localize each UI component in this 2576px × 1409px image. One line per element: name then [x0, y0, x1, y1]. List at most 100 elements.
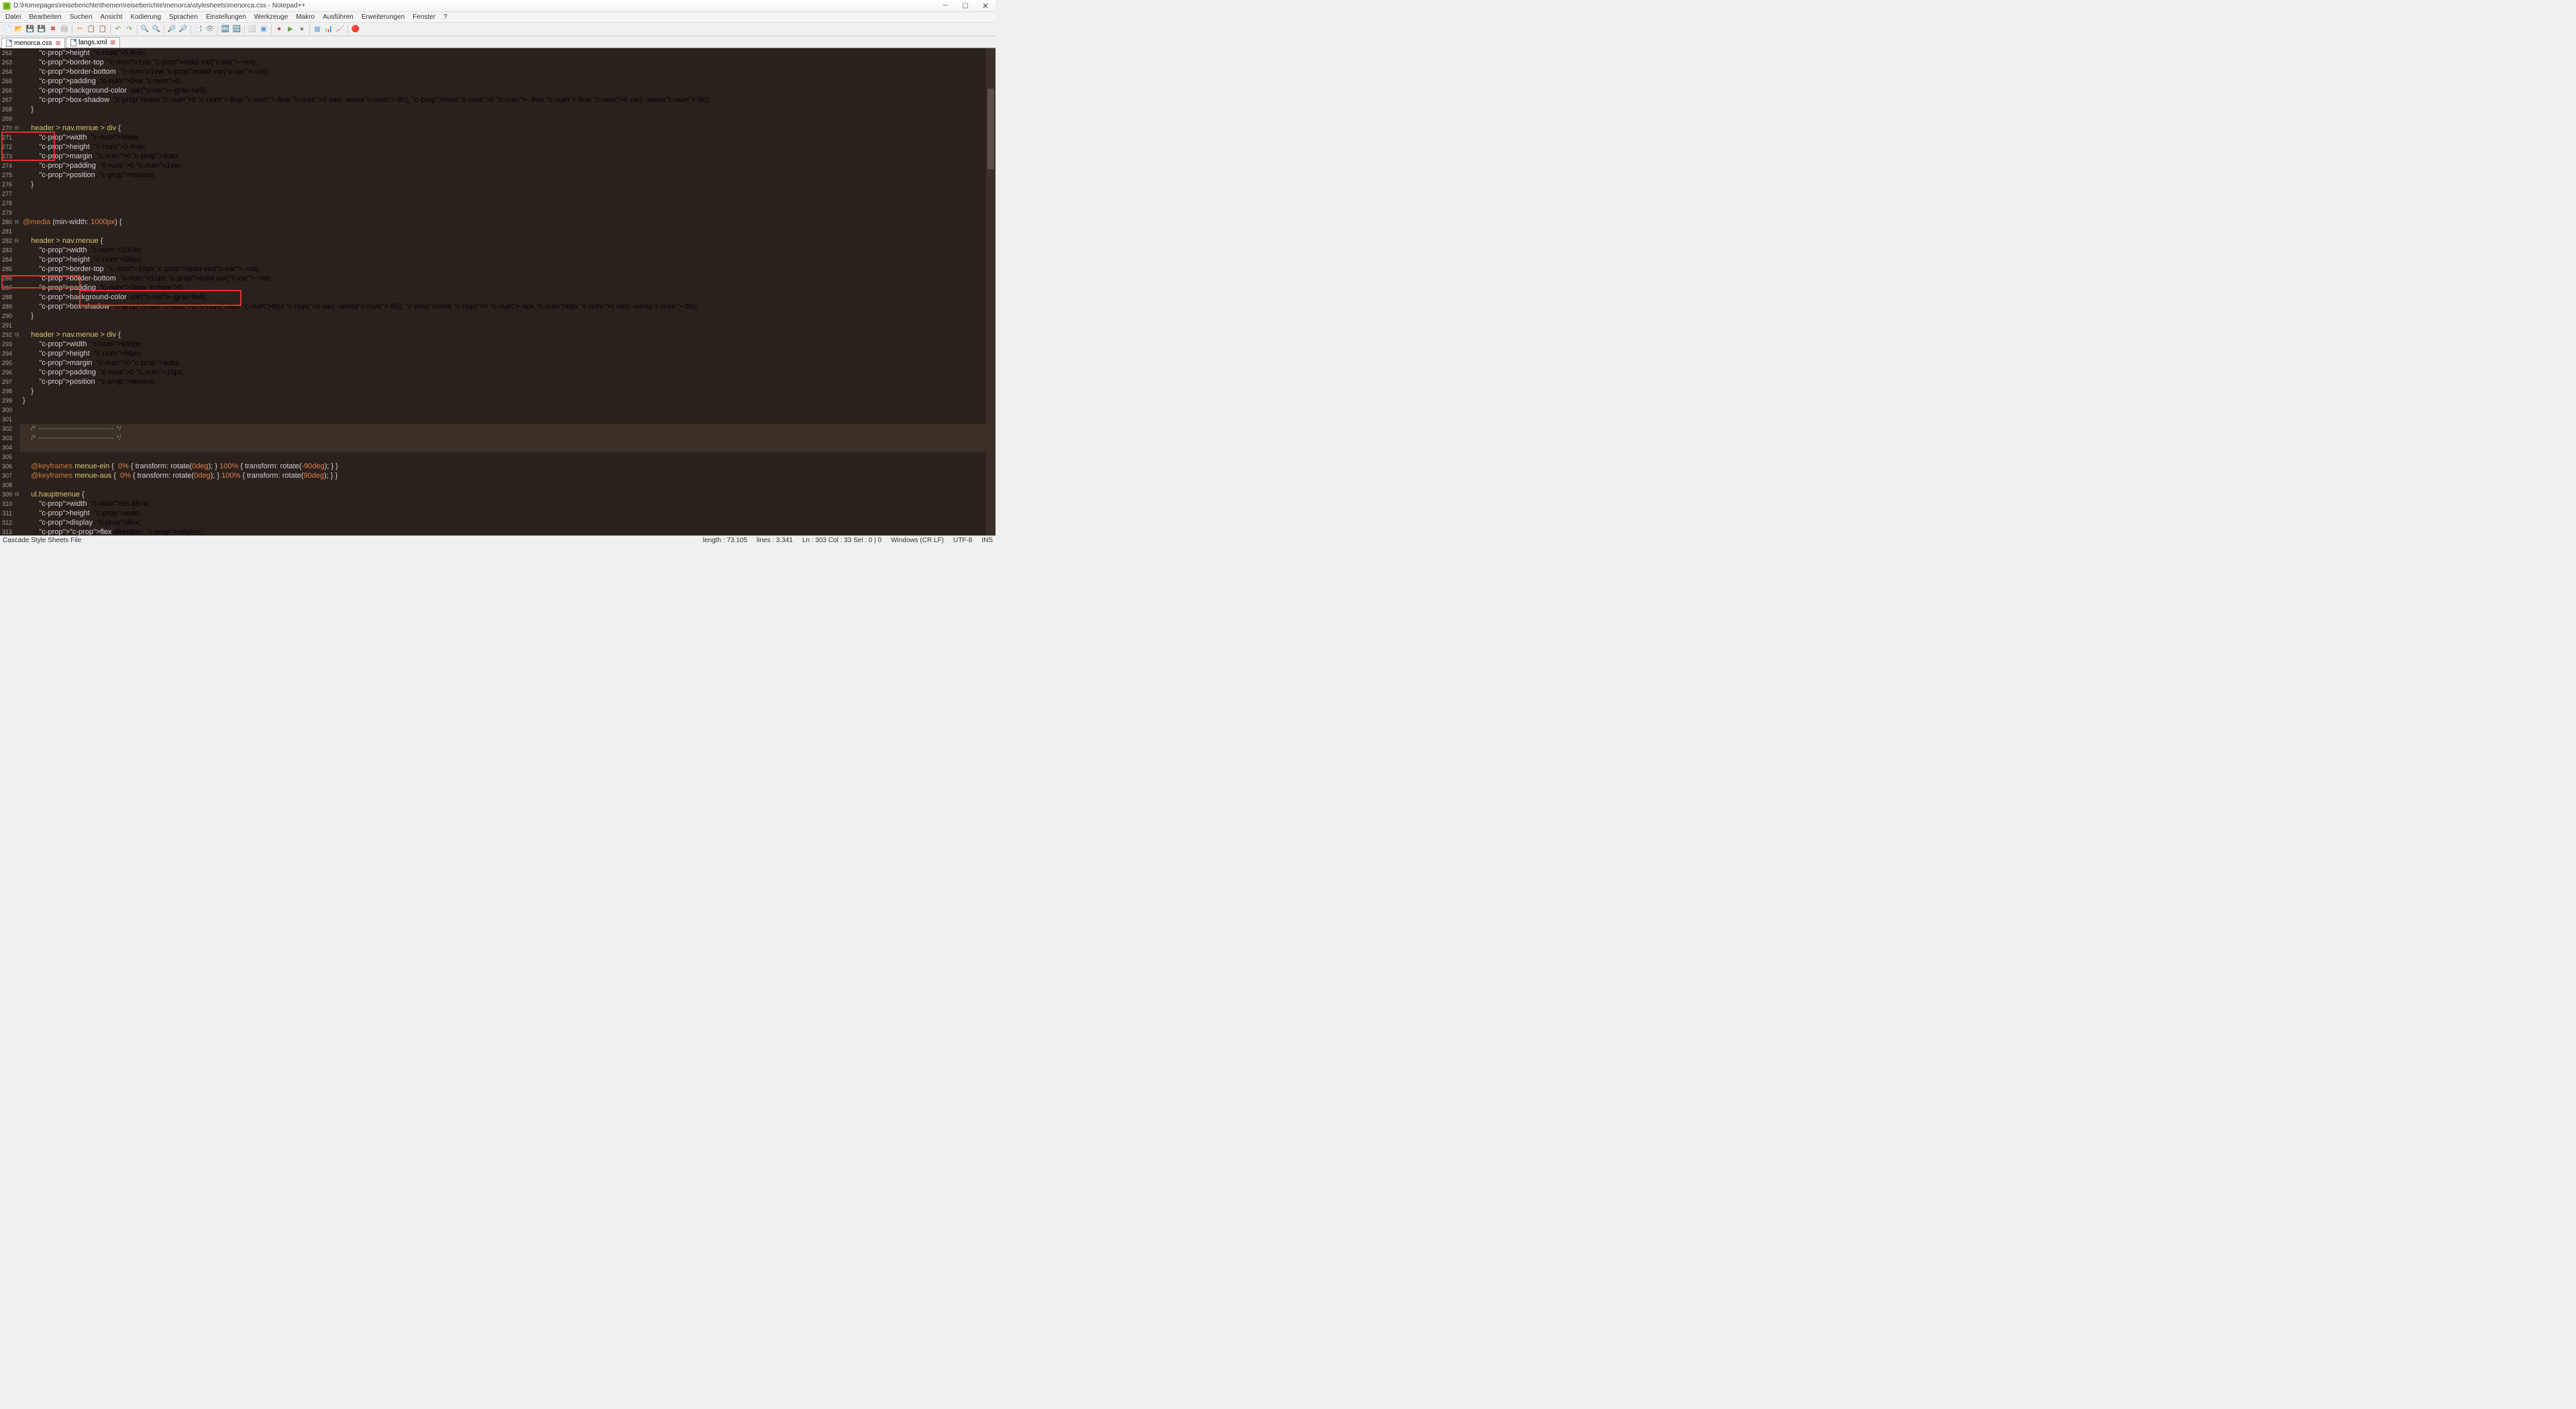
- toolbar-button-1[interactable]: 📂: [13, 24, 24, 35]
- toolbar-button-2[interactable]: 💾: [25, 24, 36, 35]
- toolbar-button-33[interactable]: ▦: [312, 24, 323, 35]
- code-line-294[interactable]: "c-prop">height: "c-num">56px;: [20, 349, 996, 358]
- toolbar-button-3[interactable]: 💾: [36, 24, 47, 35]
- code-line-277[interactable]: [20, 189, 996, 199]
- code-line-270[interactable]: header > nav.menue > div {: [20, 123, 996, 133]
- tab-langs.xml[interactable]: langs.xml⊠: [66, 37, 120, 48]
- menu-ansicht[interactable]: Ansicht: [97, 13, 127, 21]
- code-line-289[interactable]: "c-prop">box-shadow: "c-prop">inset "c-n…: [20, 302, 996, 311]
- toolbar-button-18[interactable]: 🔎: [178, 24, 189, 35]
- code-line-262[interactable]: "c-prop">height: "c-num">5.6vw;: [20, 48, 996, 58]
- code-line-272[interactable]: "c-prop">height: "c-num">5.6vw;: [20, 142, 996, 152]
- code-line-286[interactable]: "c-prop">border-bottom: "c-num">10px "c-…: [20, 274, 996, 283]
- toolbar-button-21[interactable]: 👁: [205, 24, 215, 35]
- maximize-button[interactable]: ▢: [955, 1, 975, 11]
- code-line-267[interactable]: "c-prop">box-shadow: "c-prop">inset "c-n…: [20, 95, 996, 105]
- code-line-296[interactable]: "c-prop">padding: "c-num">0 "c-num">10px…: [20, 368, 996, 377]
- code-line-284[interactable]: "c-prop">height: "c-num">56px;: [20, 255, 996, 264]
- code-line-290[interactable]: }: [20, 311, 996, 321]
- code-line-266[interactable]: "c-prop">background-color: var("c-var">-…: [20, 86, 996, 95]
- code-line-282[interactable]: header > nav.menue {: [20, 236, 996, 246]
- code-line-308[interactable]: [20, 480, 996, 490]
- menu-kodierung[interactable]: Kodierung: [126, 13, 165, 21]
- toolbar-button-7[interactable]: ✂: [74, 24, 85, 35]
- code-line-305[interactable]: [20, 452, 996, 462]
- menu-?[interactable]: ?: [439, 13, 451, 21]
- toolbar-button-4[interactable]: ✖: [48, 24, 58, 35]
- code-line-264[interactable]: "c-prop">border-bottom: "c-num">1vw "c-p…: [20, 67, 996, 76]
- code-line-274[interactable]: "c-prop">padding: "c-num">0 "c-num">1vw;: [20, 161, 996, 170]
- toolbar-button-37[interactable]: 🔴: [350, 24, 361, 35]
- toolbar-button-31[interactable]: ⏹: [297, 24, 307, 35]
- code-line-299[interactable]: }: [20, 396, 996, 405]
- toolbar-button-23[interactable]: 🔤: [220, 24, 231, 35]
- menu-sprachen[interactable]: Sprachen: [165, 13, 202, 21]
- code-line-271[interactable]: "c-prop">width: "c-num">98vw;: [20, 133, 996, 142]
- code-line-263[interactable]: "c-prop">border-top: "c-num">1vw "c-prop…: [20, 58, 996, 67]
- menu-werkzeuge[interactable]: Werkzeuge: [250, 13, 292, 21]
- toolbar-button-15[interactable]: 🔍: [151, 24, 162, 35]
- code-line-309[interactable]: ul.hauptmenue {: [20, 490, 996, 499]
- code-line-281[interactable]: [20, 227, 996, 236]
- code-line-292[interactable]: header > nav.menue > div {: [20, 330, 996, 340]
- code-line-283[interactable]: "c-prop">width: "c-num">100%;: [20, 246, 996, 255]
- code-line-265[interactable]: "c-prop">padding: "c-num">2vw "c-num">0;: [20, 76, 996, 86]
- code-line-287[interactable]: "c-prop">padding: "c-num">20px "c-num">0…: [20, 283, 996, 293]
- code-area[interactable]: "c-prop">height: "c-num">5.6vw; "c-prop"…: [20, 48, 996, 535]
- menu-bearbeiten[interactable]: Bearbeiten: [25, 13, 65, 21]
- code-line-278[interactable]: [20, 199, 996, 208]
- code-line-307[interactable]: @keyframes menue-aus { 0% { transform: r…: [20, 471, 996, 480]
- code-line-273[interactable]: "c-prop">margin: "c-num">0 "c-prop">auto…: [20, 152, 996, 161]
- menu-ausführen[interactable]: Ausführen: [319, 13, 358, 21]
- toolbar-button-34[interactable]: 📊: [323, 24, 334, 35]
- code-line-306[interactable]: @keyframes menue-ein { 0% { transform: r…: [20, 462, 996, 471]
- tab-close-icon[interactable]: ⊠: [56, 40, 61, 47]
- code-line-310[interactable]: "c-prop">width: "c-num">96.88vw;: [20, 499, 996, 509]
- tab-menorca.css[interactable]: menorca.css⊠: [1, 38, 65, 48]
- toolbar-button-20[interactable]: 📑: [193, 24, 204, 35]
- toolbar-button-9[interactable]: 📋: [97, 24, 108, 35]
- toolbar-button-29[interactable]: ⏺: [274, 24, 284, 35]
- menu-makro[interactable]: Makro: [292, 13, 319, 21]
- menu-einstellungen[interactable]: Einstellungen: [202, 13, 250, 21]
- toolbar-button-35[interactable]: 📈: [335, 24, 345, 35]
- fold-column[interactable]: ⊟⊟⊟⊟⊟⊟⊟⊟⊟: [13, 48, 20, 535]
- code-line-313[interactable]: "c-prop">"c-prop">flex-direction: "c-pro…: [20, 527, 996, 535]
- code-line-303[interactable]: /* ------------------------------- */: [20, 433, 996, 443]
- toolbar-button-17[interactable]: 🔎: [166, 24, 177, 35]
- code-line-312[interactable]: "c-prop">display: "c-prop">flex;: [20, 518, 996, 527]
- toolbar-button-14[interactable]: 🔍: [140, 24, 150, 35]
- code-line-268[interactable]: }: [20, 105, 996, 114]
- toolbar-button-0[interactable]: 📄: [2, 24, 13, 35]
- code-line-285[interactable]: "c-prop">border-top: "c-num">10px "c-pro…: [20, 264, 996, 274]
- menu-suchen[interactable]: Suchen: [66, 13, 97, 21]
- code-line-300[interactable]: [20, 405, 996, 415]
- menu-erweiterungen[interactable]: Erweiterungen: [358, 13, 409, 21]
- toolbar-button-26[interactable]: ⬜: [247, 24, 258, 35]
- code-line-295[interactable]: "c-prop">margin: "c-num">0 "c-prop">auto…: [20, 358, 996, 368]
- toolbar-button-30[interactable]: ▶: [285, 24, 296, 35]
- code-line-291[interactable]: [20, 321, 996, 330]
- code-line-275[interactable]: "c-prop">position: "c-prop">relative;: [20, 170, 996, 180]
- code-line-293[interactable]: "c-prop">width: "c-num">980px;: [20, 340, 996, 349]
- tab-close-icon[interactable]: ⊠: [110, 39, 115, 46]
- code-line-298[interactable]: }: [20, 386, 996, 396]
- code-line-288[interactable]: "c-prop">background-color: var("c-var">-…: [20, 293, 996, 302]
- code-line-302[interactable]: /* ------------------------------- */: [20, 424, 996, 433]
- toolbar-button-24[interactable]: 🔡: [231, 24, 242, 35]
- menu-fenster[interactable]: Fenster: [409, 13, 439, 21]
- code-line-304[interactable]: [20, 443, 996, 452]
- code-line-280[interactable]: @media (min-width: 1000px) {: [20, 217, 996, 227]
- toolbar-button-12[interactable]: ↷: [124, 24, 135, 35]
- menu-datei[interactable]: Datei: [1, 13, 25, 21]
- toolbar-button-27[interactable]: ▣: [258, 24, 269, 35]
- toolbar-button-8[interactable]: 📋: [86, 24, 97, 35]
- code-line-301[interactable]: [20, 415, 996, 424]
- code-editor[interactable]: 2622632642652662672682692702712722732742…: [0, 48, 996, 535]
- code-line-297[interactable]: "c-prop">position: "c-prop">relative;: [20, 377, 996, 386]
- toolbar-button-5[interactable]: 🖨: [59, 24, 70, 35]
- close-button[interactable]: ✕: [975, 1, 996, 11]
- code-line-269[interactable]: [20, 114, 996, 123]
- minimize-button[interactable]: ─: [935, 1, 955, 11]
- code-line-279[interactable]: [20, 208, 996, 217]
